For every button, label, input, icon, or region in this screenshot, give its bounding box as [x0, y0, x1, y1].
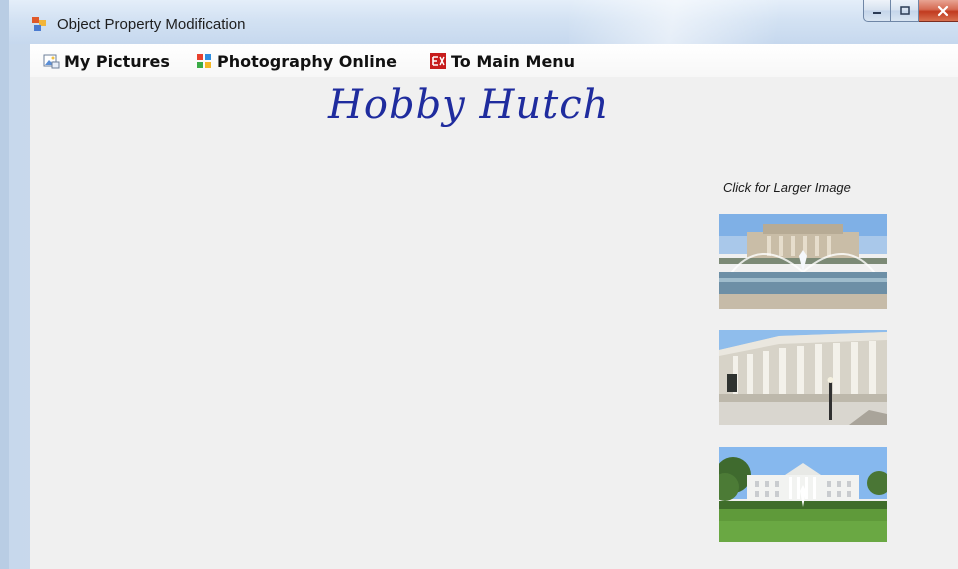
menu-item-label: To Main Menu: [451, 51, 576, 71]
fountain-building-photo: [719, 214, 887, 309]
minimize-icon: [873, 11, 881, 14]
menu-item-label: My Pictures: [64, 51, 170, 71]
window-title: Object Property Modification: [57, 16, 246, 33]
menu-item-my-pictures[interactable]: My Pictures: [42, 50, 170, 72]
thumbnail-1[interactable]: [719, 214, 887, 309]
pictures-icon: [43, 54, 60, 69]
maximize-button[interactable]: [891, 0, 919, 22]
title-bar[interactable]: Object Property Modification: [9, 0, 958, 44]
columned-building-photo: [719, 330, 887, 425]
photography-online-icon: [197, 54, 211, 68]
thumbnail-3[interactable]: [719, 447, 887, 542]
caption-buttons: [863, 0, 958, 26]
menu-bar: My Pictures Photography Online To Main M…: [30, 44, 958, 77]
close-button[interactable]: [919, 0, 958, 22]
thumbnail-2[interactable]: [719, 330, 887, 425]
close-icon: [937, 5, 948, 16]
menu-item-label: Photography Online: [217, 51, 397, 71]
menu-item-photography-online[interactable]: Photography Online: [195, 50, 397, 72]
thumbnail-hint-label: Click for Larger Image: [723, 180, 851, 195]
client-area: My Pictures Photography Online To Main M…: [30, 44, 958, 569]
maximize-icon: [899, 5, 910, 15]
app-icon: [32, 17, 46, 31]
menu-item-to-main-menu[interactable]: To Main Menu: [429, 50, 575, 72]
exit-icon: [430, 53, 446, 69]
application-window: Object Property Modification My Pictures…: [0, 0, 958, 569]
minimize-button[interactable]: [863, 0, 891, 22]
hobby-hutch-logo: Hobby Hutch: [328, 82, 610, 128]
white-house-photo: [719, 447, 887, 542]
